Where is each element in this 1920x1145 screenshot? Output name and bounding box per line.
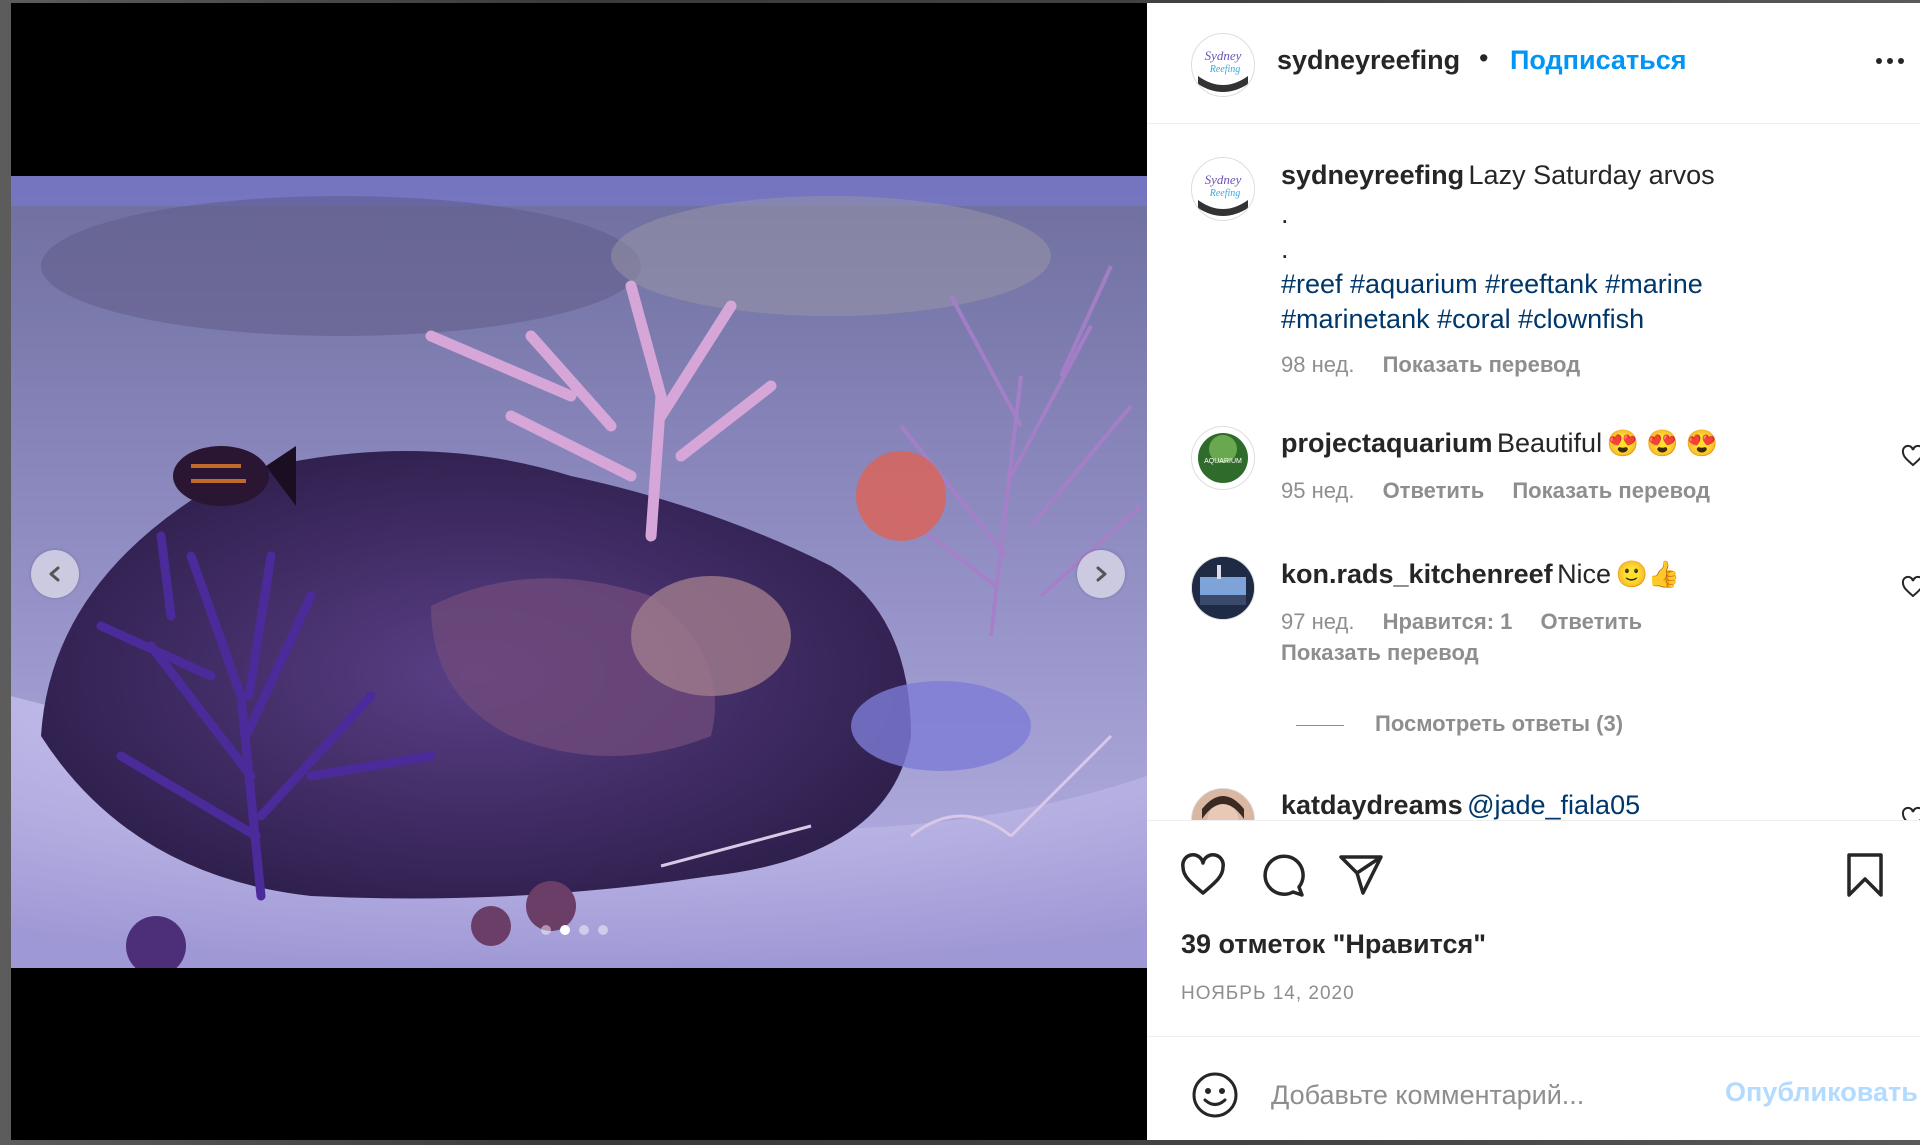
comment-meta: 97 нед. Нравится: 1 Ответить [1281, 604, 1881, 639]
sydney-reefing-logo: Sydney Reefing [1192, 158, 1254, 220]
post-modal: Sydney Reefing sydneyreefing • Подписать… [11, 3, 1920, 1140]
save-bookmark-icon[interactable] [1841, 851, 1889, 899]
replies-line [1296, 725, 1344, 726]
view-replies-button[interactable]: Посмотреть ответы (3) [1375, 711, 1623, 737]
comment-time[interactable]: 97 нед. [1281, 609, 1354, 634]
commenter-avatar[interactable] [1191, 556, 1255, 620]
caption-text: Lazy Saturday arvos [1468, 160, 1715, 190]
comment-item: katdaydreams @jade_fiala05 [1281, 788, 1881, 820]
comment-bubble-icon[interactable] [1259, 851, 1307, 899]
translate-link[interactable]: Показать перевод [1281, 640, 1479, 665]
author-avatar[interactable]: Sydney Reefing [1191, 33, 1255, 97]
comment-item: kon.rads_kitchenreef Nice 🙂👍 97 нед. Нра… [1281, 557, 1881, 670]
more-options-button[interactable] [1876, 51, 1910, 71]
carousel-dot [579, 925, 589, 935]
comment-meta: 95 нед. Ответить Показать перевод [1281, 473, 1881, 508]
commenter-avatar[interactable]: AQUARIUM [1191, 426, 1255, 490]
emoji-smiley-icon[interactable] [1191, 1071, 1239, 1119]
reef-aquarium-image [11, 176, 1147, 968]
post-media [11, 3, 1147, 1140]
commenter-avatar[interactable] [1191, 788, 1255, 820]
post-date[interactable]: НОЯБРЬ 14, 2020 [1181, 983, 1355, 1005]
caption-body: sydneyreefing Lazy Saturday arvos . . #r… [1281, 158, 1881, 382]
comment-username[interactable]: kon.rads_kitchenreef [1281, 559, 1553, 589]
carousel-dot [598, 925, 608, 935]
caption-time[interactable]: 98 нед. [1281, 352, 1354, 377]
smile-thumbs-emoji: 🙂👍 [1615, 559, 1681, 589]
logo-text-bottom: Reefing [1209, 188, 1241, 199]
sydney-reefing-logo: Sydney Reefing [1192, 34, 1254, 96]
author-username[interactable]: sydneyreefing [1277, 45, 1460, 76]
caption-avatar[interactable]: Sydney Reefing [1191, 157, 1255, 221]
projectaquarium-logo: AQUARIUM [1192, 427, 1254, 489]
likes-count[interactable]: 39 отметок "Нравится" [1181, 929, 1486, 960]
katdaydreams-avatar [1192, 789, 1254, 820]
like-comment-heart-icon[interactable] [1901, 444, 1920, 468]
add-comment-bar: Опубликовать [1147, 1036, 1920, 1141]
chevron-left-icon [49, 566, 60, 582]
follow-button[interactable]: Подписаться [1510, 45, 1687, 76]
reply-link[interactable]: Ответить [1541, 609, 1643, 634]
comment-text: Beautiful [1497, 428, 1603, 458]
reply-link[interactable]: Ответить [1383, 478, 1485, 503]
translate-link[interactable]: Показать перевод [1512, 478, 1710, 503]
post-actions: 39 отметок "Нравится" НОЯБРЬ 14, 2020 [1147, 820, 1920, 1041]
kitchen-reef-avatar [1192, 557, 1254, 619]
comment-mention[interactable]: @jade_fiala05 [1467, 790, 1640, 820]
caption-hashtags[interactable]: #marinetank #coral #clownfish [1281, 302, 1881, 337]
comment-text: Nice [1557, 559, 1612, 589]
previous-slide-button[interactable] [31, 550, 79, 598]
caption-meta: 98 нед. Показать перевод [1281, 347, 1881, 382]
caption-hashtags[interactable]: #reef #aquarium #reeftank #marine [1281, 267, 1881, 302]
like-heart-icon[interactable] [1179, 851, 1227, 899]
comments-list: Sydney Reefing sydneyreefing Lazy Saturd… [1147, 124, 1920, 820]
logo-text-bottom: Reefing [1209, 64, 1241, 75]
chevron-right-icon [1096, 566, 1107, 582]
more-dot-icon [1898, 58, 1904, 64]
logo-text-top: Sydney [1205, 48, 1242, 63]
post-header: Sydney Reefing sydneyreefing • Подписать… [1147, 3, 1920, 124]
next-slide-button[interactable] [1077, 550, 1125, 598]
more-dot-icon [1887, 58, 1893, 64]
heart-eyes-emoji: 😍 😍 😍 [1606, 428, 1719, 458]
caption-dot: . [1281, 234, 1289, 264]
comment-input[interactable] [1269, 1071, 1693, 1119]
more-dot-icon [1876, 58, 1882, 64]
logo-text-top: Sydney [1205, 172, 1242, 187]
comment-time[interactable]: 95 нед. [1281, 478, 1354, 503]
carousel-dot [541, 925, 551, 935]
comment-username[interactable]: katdaydreams [1281, 790, 1463, 820]
like-comment-heart-icon[interactable] [1901, 806, 1920, 820]
post-sidebar: Sydney Reefing sydneyreefing • Подписать… [1147, 3, 1920, 1140]
publish-button[interactable]: Опубликовать [1725, 1077, 1918, 1108]
comment-item: projectaquarium Beautiful 😍 😍 😍 95 нед. … [1281, 426, 1881, 508]
comment-meta-2: Показать перевод [1281, 635, 1881, 670]
comment-likes-link[interactable]: Нравится: 1 [1383, 609, 1513, 634]
post-photo [11, 176, 1147, 968]
caption-translate-link[interactable]: Показать перевод [1383, 352, 1581, 377]
caption-username[interactable]: sydneyreefing [1281, 160, 1464, 190]
like-comment-heart-icon[interactable] [1901, 575, 1920, 599]
share-paper-plane-icon[interactable] [1337, 851, 1385, 899]
avatar-label: AQUARIUM [1204, 458, 1242, 465]
caption-dot: . [1281, 199, 1289, 229]
comment-username[interactable]: projectaquarium [1281, 428, 1493, 458]
carousel-dot [560, 925, 570, 935]
carousel-indicator [541, 925, 608, 935]
header-separator: • [1479, 43, 1489, 73]
